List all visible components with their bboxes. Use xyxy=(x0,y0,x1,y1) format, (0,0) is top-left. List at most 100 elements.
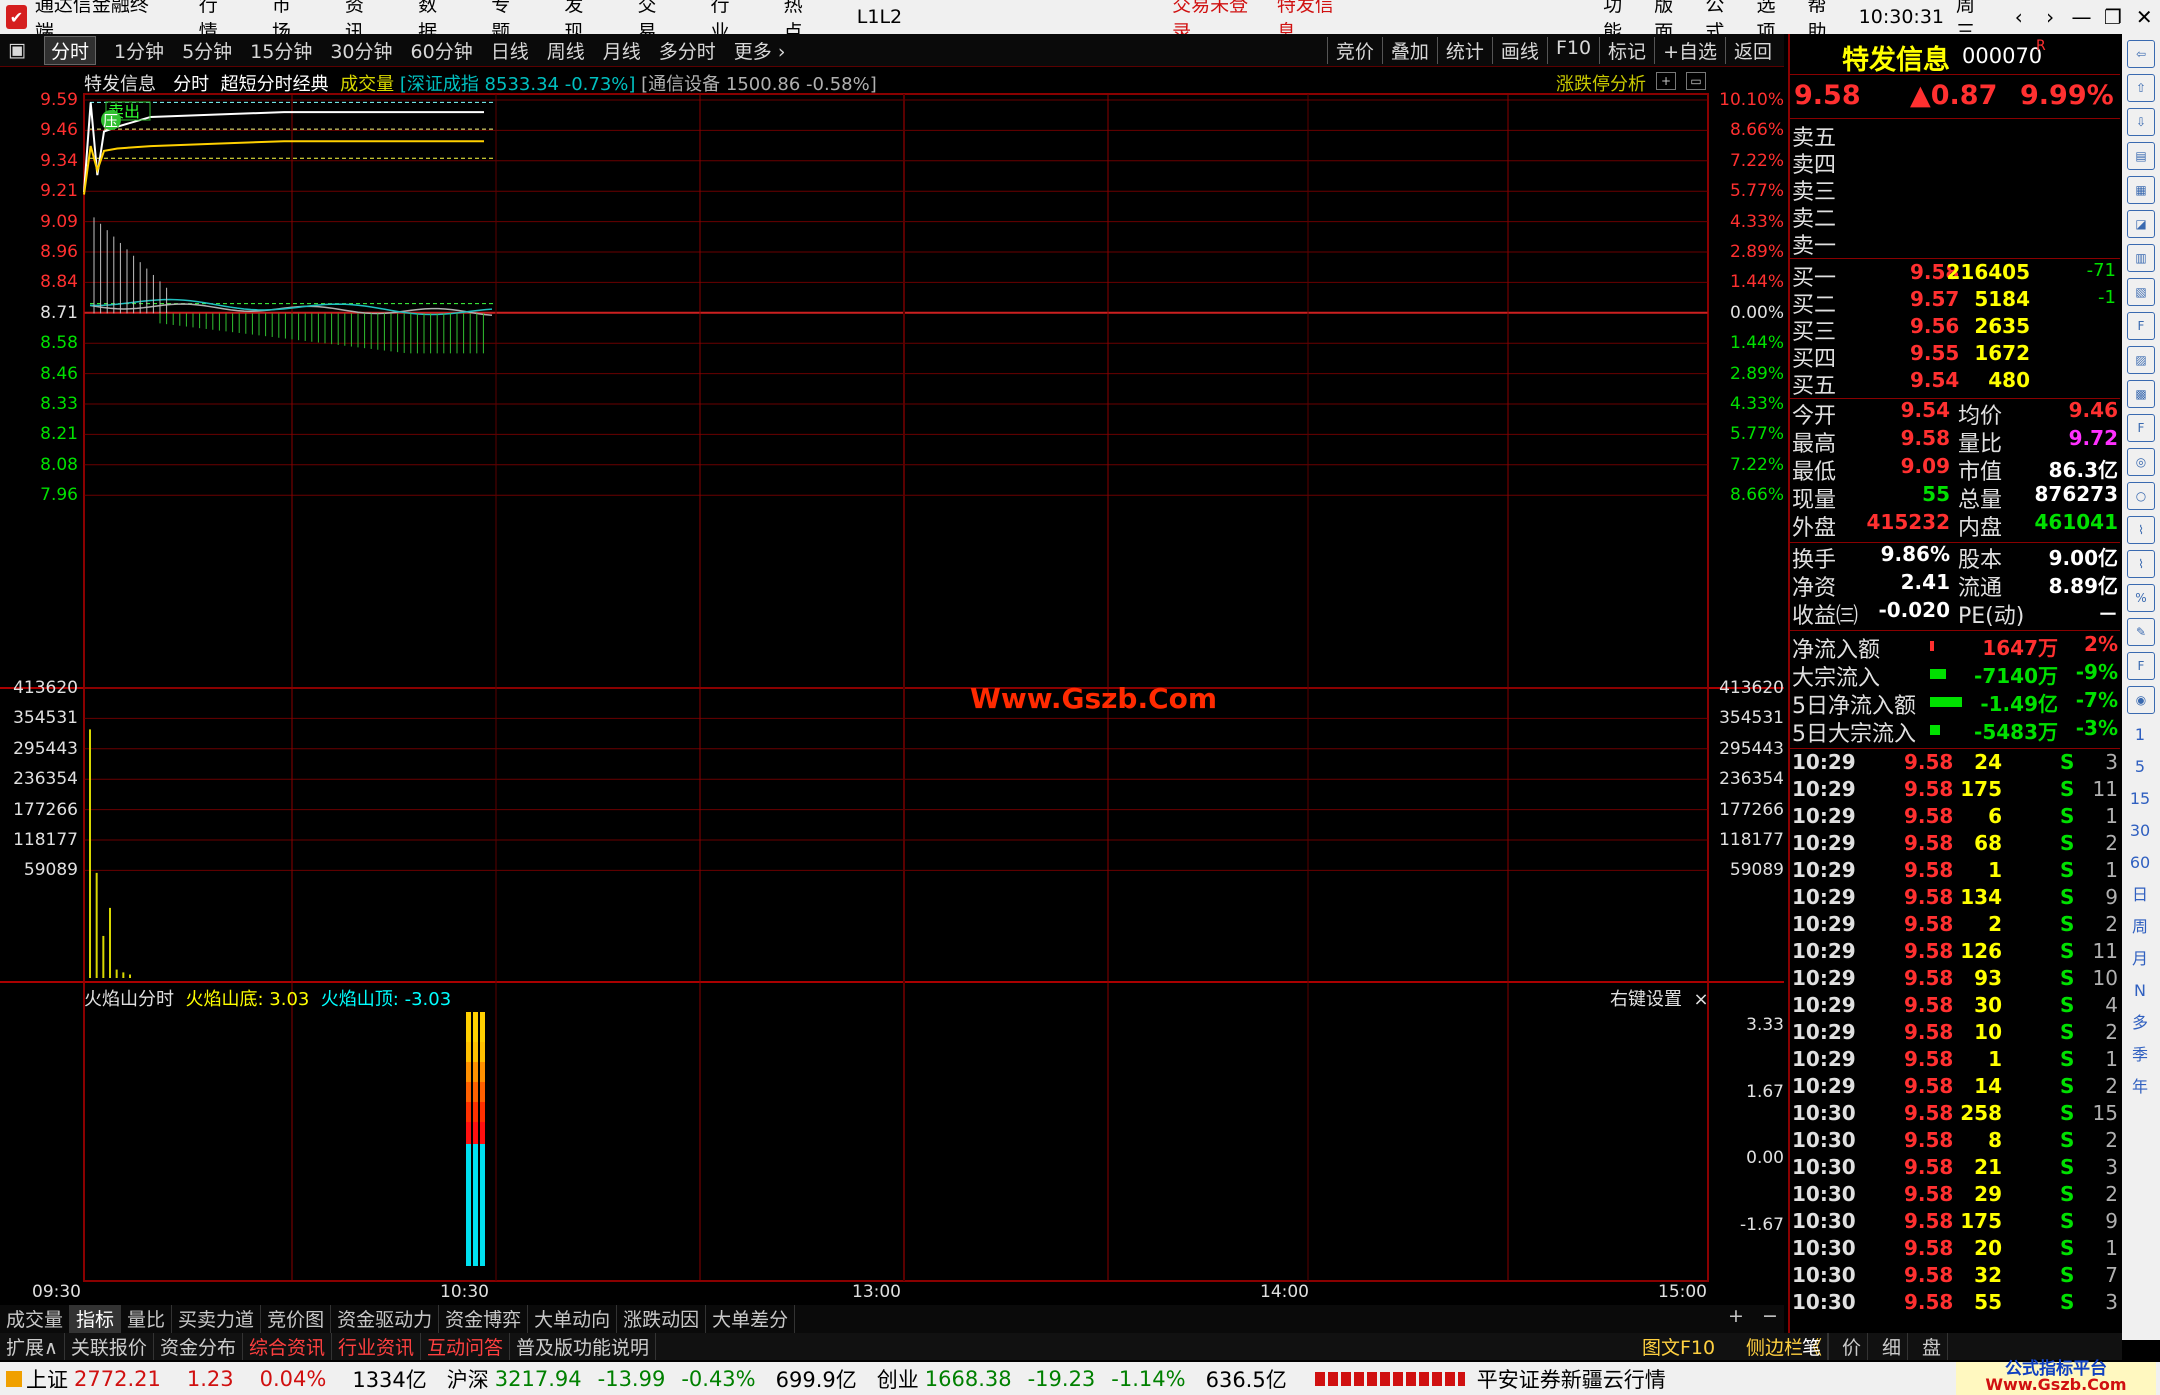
tool-icon-4[interactable]: ▥ xyxy=(2127,244,2155,272)
bid-row[interactable]: 买二 9.57 5184 -1 xyxy=(1790,287,2120,318)
tab-monthly[interactable]: 月线 xyxy=(603,37,641,64)
tab-fenshi[interactable]: 分时 xyxy=(43,35,96,65)
period-strip-item[interactable]: N xyxy=(2122,976,2158,1006)
btab-zhangdie[interactable]: 涨跌动因 xyxy=(617,1305,707,1333)
period-strip-item[interactable]: 年 xyxy=(2122,1072,2158,1102)
pencil-icon[interactable]: ✎ xyxy=(2127,618,2155,646)
period-strip-item[interactable]: 季 xyxy=(2122,1040,2158,1070)
ask-row[interactable]: 卖三 xyxy=(1790,174,2120,205)
tool-diejia[interactable]: 叠加 xyxy=(1381,37,1437,64)
indicator-close-icon[interactable]: × xyxy=(1688,989,1708,1010)
arrow-up-icon[interactable]: ⇧ xyxy=(2127,74,2155,102)
period-strip-item[interactable]: 1 xyxy=(2122,720,2158,750)
tool-icon-15[interactable]: F xyxy=(2127,652,2155,680)
tab-more[interactable]: 更多 › xyxy=(734,37,786,64)
period-strip-item[interactable]: 60 xyxy=(2122,848,2158,878)
tool-icon-10[interactable]: ◎ xyxy=(2127,448,2155,476)
arrow-left-icon[interactable]: ⇦ xyxy=(2127,40,2155,68)
bid-row[interactable]: 买三 9.56 2635 xyxy=(1790,314,2120,345)
tool-icon-2[interactable]: ▦ xyxy=(2127,176,2155,204)
b2tab-bi[interactable]: 笔 xyxy=(1796,1333,1829,1360)
tool-icon-14[interactable]: % xyxy=(2127,584,2155,612)
indicator-settings-label[interactable]: 右键设置 xyxy=(1610,989,1682,1010)
tool-fanhui[interactable]: 返回 xyxy=(1724,37,1780,64)
hs-label[interactable]: 沪深 xyxy=(447,1364,489,1394)
tab-60min[interactable]: 60分钟 xyxy=(411,37,473,64)
period-strip-item[interactable]: 5 xyxy=(2122,752,2158,782)
ask-row[interactable]: 卖四 xyxy=(1790,147,2120,178)
tab-weekly[interactable]: 周线 xyxy=(547,37,585,64)
btab-dadan[interactable]: 大单动向 xyxy=(528,1305,618,1333)
tick-list[interactable]: 10:29 9.58 24 S 3 10:29 9.58 175 S 11 10:29 9.58 6 S 1… xyxy=(1790,750,2120,1340)
close-icon[interactable]: ✕ xyxy=(2129,5,2160,29)
b2tab-fund-dist[interactable]: 资金分布 xyxy=(154,1333,243,1360)
arrow-down-icon[interactable]: ⇩ xyxy=(2127,108,2155,136)
tab-multi[interactable]: 多分时 xyxy=(659,37,716,64)
tab-5min[interactable]: 5分钟 xyxy=(182,37,232,64)
ask-row[interactable]: 卖五 xyxy=(1790,120,2120,151)
tool-jingjia[interactable]: 竞价 xyxy=(1326,37,1382,64)
minimize-icon[interactable]: — xyxy=(2066,5,2097,29)
tool-icon-5[interactable]: ▧ xyxy=(2127,278,2155,306)
period-strip-item[interactable]: 日 xyxy=(2122,880,2158,910)
period-strip-item[interactable]: 多 xyxy=(2122,1008,2158,1038)
tab-30min[interactable]: 30分钟 xyxy=(330,37,392,64)
forward-icon[interactable]: › xyxy=(2034,5,2065,29)
b2tab-related[interactable]: 关联报价 xyxy=(65,1333,154,1360)
restore-icon[interactable]: ❐ xyxy=(2097,5,2128,29)
tool-icon-1[interactable]: ▤ xyxy=(2127,142,2155,170)
b2tab-f10[interactable]: 图文F10 xyxy=(1636,1333,1721,1360)
ask-row[interactable]: 卖一 xyxy=(1790,228,2120,259)
tool-zixuan[interactable]: +自选 xyxy=(1654,37,1725,64)
tool-icon-8[interactable]: ▩ xyxy=(2127,380,2155,408)
bid-row[interactable]: 买五 9.54 480 xyxy=(1790,368,2120,399)
plus-icon[interactable]: + xyxy=(1722,1305,1750,1327)
tool-icon-3[interactable]: ◪ xyxy=(2127,210,2155,238)
btab-jingjia[interactable]: 竞价图 xyxy=(261,1305,332,1333)
btab-indicator[interactable]: 指标 xyxy=(70,1305,122,1333)
btab-dadan-chafen[interactable]: 大单差分 xyxy=(706,1305,796,1333)
tool-biaoji[interactable]: 标记 xyxy=(1599,37,1654,64)
period-strip-item[interactable]: 周 xyxy=(2122,912,2158,942)
indicator-name[interactable]: 火焰山分时 xyxy=(84,989,174,1010)
b2tab-jia[interactable]: 价 xyxy=(1836,1333,1869,1360)
b2tab-industry-news[interactable]: 行业资讯 xyxy=(332,1333,421,1360)
tool-icon-11[interactable]: ○ xyxy=(2127,482,2155,510)
b2tab-qa[interactable]: 互动问答 xyxy=(421,1333,510,1360)
back-icon[interactable]: ‹ xyxy=(2003,5,2034,29)
menu-item-l1l2[interactable]: L1L2 xyxy=(857,6,902,28)
b2tab-pan[interactable]: 盘 xyxy=(1916,1333,1949,1360)
period-strip-item[interactable]: 月 xyxy=(2122,944,2158,974)
cy-label[interactable]: 创业 xyxy=(877,1364,919,1394)
tab-daily[interactable]: 日线 xyxy=(491,37,529,64)
btab-zijin-qudong[interactable]: 资金驱动力 xyxy=(331,1305,440,1333)
tab-1min[interactable]: 1分钟 xyxy=(114,37,164,64)
tool-tongji[interactable]: 统计 xyxy=(1436,37,1492,64)
tool-icon-16[interactable]: ◉ xyxy=(2127,686,2155,714)
btab-zijin-boyi[interactable]: 资金博弈 xyxy=(439,1305,529,1333)
minus-icon[interactable]: − xyxy=(1756,1305,1784,1327)
period-strip-item[interactable]: 15 xyxy=(2122,784,2158,814)
tool-icon-12[interactable]: ⌇ xyxy=(2127,516,2155,544)
tool-icon-13[interactable]: ⌇ xyxy=(2127,550,2155,578)
ask-row[interactable]: 卖二 xyxy=(1790,201,2120,232)
period-strip-item[interactable]: 30 xyxy=(2122,816,2158,846)
btab-maimai[interactable]: 买卖力道 xyxy=(172,1305,262,1333)
bid-row[interactable]: 买一 9.58 216405 -71 xyxy=(1790,260,2120,291)
tool-icon-9[interactable]: F xyxy=(2127,414,2155,442)
intraday-chart[interactable]: 卖出压 xyxy=(0,66,1784,1306)
tool-icon-6[interactable]: F xyxy=(2127,312,2155,340)
tool-huaxian[interactable]: 画线 xyxy=(1491,37,1547,64)
tab-15min[interactable]: 15分钟 xyxy=(250,37,312,64)
panel-toggle-icon[interactable]: ▣ xyxy=(8,39,26,61)
tool-f10[interactable]: F10 xyxy=(1546,37,1599,64)
b2tab-help[interactable]: 普及版功能说明 xyxy=(510,1333,657,1360)
b2tab-xi[interactable]: 细 xyxy=(1876,1333,1909,1360)
indicator-settings[interactable]: 右键设置 × xyxy=(1610,985,1709,1011)
b2tab-expand[interactable]: 扩展∧ xyxy=(0,1333,65,1360)
btab-volume[interactable]: 成交量 xyxy=(0,1305,71,1333)
tool-icon-7[interactable]: ▨ xyxy=(2127,346,2155,374)
sh-label[interactable]: 上证 xyxy=(26,1364,68,1394)
bid-row[interactable]: 买四 9.55 1672 xyxy=(1790,341,2120,372)
b2tab-news[interactable]: 综合资讯 xyxy=(243,1333,332,1360)
